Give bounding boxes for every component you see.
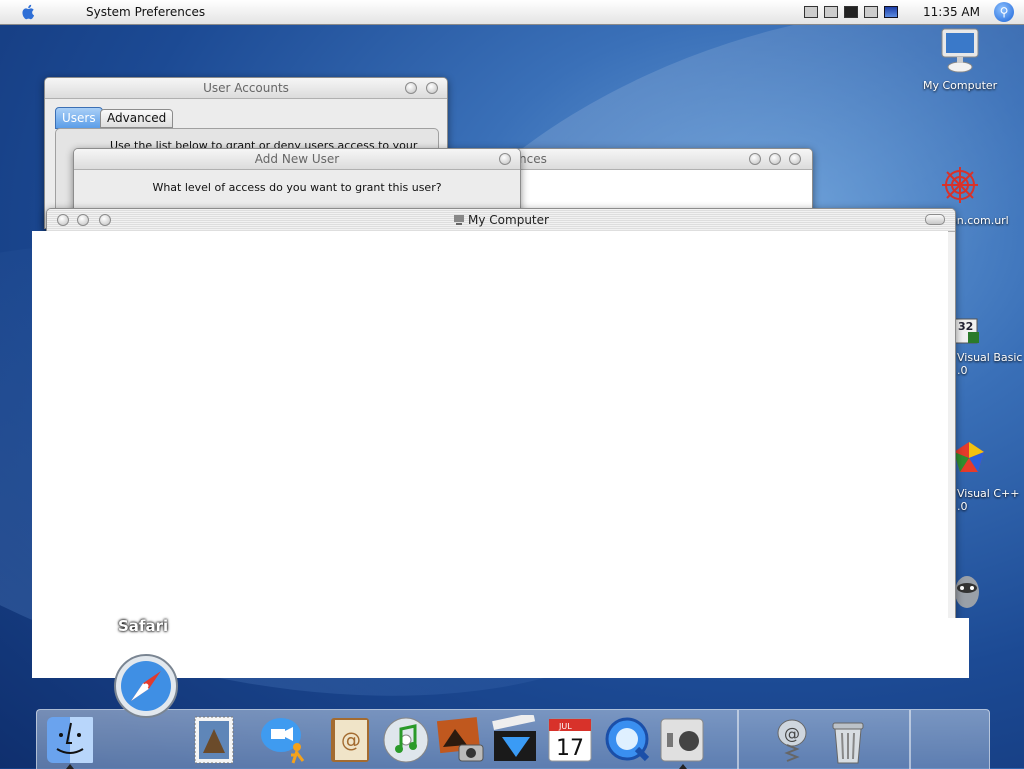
volume-icon[interactable] — [844, 6, 859, 18]
add-user-question: What level of access do you want to gran… — [152, 181, 442, 194]
flag-icon[interactable] — [884, 6, 899, 18]
ichat-icon[interactable] — [259, 715, 309, 765]
preferences-title-fragment: nces — [519, 152, 547, 166]
my-computer-desktop-label[interactable]: My Computer — [923, 79, 997, 92]
my-computer-close-button[interactable] — [57, 214, 69, 226]
safari-icon[interactable] — [113, 653, 179, 719]
mail-spring-icon[interactable]: @ — [767, 715, 817, 765]
apple-menu-icon[interactable] — [20, 3, 38, 21]
address-book-icon[interactable]: @ — [325, 715, 375, 765]
computer-icon — [454, 215, 465, 225]
user-accounts-tabs: Users Advanced — [55, 107, 174, 129]
menu-bar: System Preferences 11:35 AM ⚲ — [0, 0, 1024, 25]
menu-clock[interactable]: 11:35 AM — [923, 5, 980, 19]
visual-basic-badge: 32 — [958, 320, 974, 333]
web-link-desktop-icon[interactable] — [938, 163, 982, 207]
visual-cpp-label-line2[interactable]: .0 — [957, 500, 968, 513]
preferences-minimize-button[interactable] — [749, 153, 761, 165]
tab-users[interactable]: Users — [55, 107, 103, 129]
my-computer-zoom-button[interactable] — [99, 214, 111, 226]
dock-separator — [737, 710, 739, 769]
preferences-zoom-button[interactable] — [769, 153, 781, 165]
user-accounts-help-button[interactable] — [405, 82, 417, 94]
system-preferences-running-indicator — [679, 764, 687, 769]
visual-cpp-label-line1[interactable]: Visual C++ — [957, 487, 1019, 500]
preferences-close-button[interactable] — [789, 153, 801, 165]
iphoto-icon[interactable] — [435, 715, 485, 765]
add-user-titlebar[interactable]: Add New User — [74, 149, 520, 170]
calendar-month: JUL — [558, 722, 572, 731]
spotlight-search-icon[interactable]: ⚲ — [994, 2, 1014, 22]
my-computer-minimize-button[interactable] — [77, 214, 89, 226]
calendar-day: 17 — [556, 736, 584, 761]
display-icon[interactable] — [824, 6, 839, 18]
svg-text:@: @ — [341, 728, 361, 752]
user-accounts-close-button[interactable] — [426, 82, 438, 94]
add-user-title: Add New User — [254, 152, 340, 166]
menu-extras: 11:35 AM ⚲ — [801, 0, 1024, 24]
my-computer-titlebar[interactable]: My Computer — [47, 209, 955, 232]
mail-stamp-icon[interactable] — [189, 715, 239, 765]
my-computer-title: My Computer — [468, 213, 549, 227]
add-user-close-button[interactable] — [499, 153, 511, 165]
finder-icon[interactable] — [45, 715, 95, 765]
user-accounts-title: User Accounts — [203, 81, 289, 95]
ical-icon[interactable]: JUL 17 — [545, 715, 595, 765]
quicktime-icon[interactable] — [603, 715, 653, 765]
tab-advanced[interactable]: Advanced — [100, 109, 174, 128]
user-accounts-titlebar[interactable]: User Accounts — [45, 78, 447, 99]
menu-app-name[interactable]: System Preferences — [86, 5, 205, 19]
my-computer-desktop-icon[interactable] — [940, 27, 980, 73]
web-link-desktop-label[interactable]: on.com.url — [950, 214, 1009, 227]
svg-text:@: @ — [784, 724, 800, 743]
trash-icon[interactable] — [823, 715, 873, 765]
finder-running-indicator — [66, 764, 74, 769]
imovie-icon[interactable] — [490, 715, 540, 765]
blank-content-area-tail — [948, 618, 969, 678]
dock: @ JUL 17 @ — [36, 709, 990, 769]
keyboard-icon[interactable] — [804, 6, 819, 18]
preferences-titlebar[interactable]: nces — [516, 149, 812, 170]
system-preferences-icon[interactable] — [657, 715, 707, 765]
visual-cpp-desktop-icon[interactable] — [952, 440, 986, 476]
dock-hover-label: Safari — [118, 617, 169, 635]
itunes-icon[interactable] — [381, 715, 431, 765]
blank-content-area — [32, 231, 948, 678]
visual-basic-label-line2[interactable]: .0 — [957, 364, 968, 377]
raccoon-desktop-icon[interactable] — [952, 570, 982, 612]
monitor-icon[interactable] — [864, 6, 879, 18]
toolbar-toggle-button[interactable] — [925, 214, 945, 225]
visual-basic-label-line1[interactable]: Visual Basic — [957, 351, 1022, 364]
dock-separator-right — [909, 710, 911, 769]
